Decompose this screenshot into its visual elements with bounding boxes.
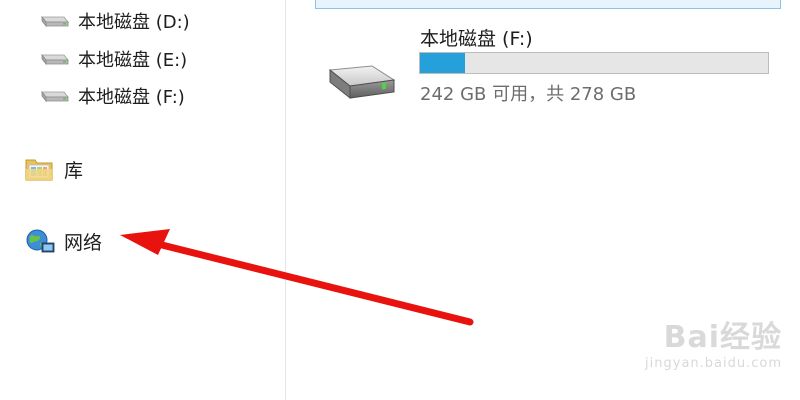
drive-tile-f[interactable]: 本地磁盘 (F:) 242 GB 可用，共 278 GB <box>318 22 778 112</box>
hard-drive-icon <box>41 15 69 28</box>
disk-usage-bar <box>419 52 769 74</box>
nav-item-drive-e[interactable]: 本地磁盘 (E:) <box>38 46 187 72</box>
drive-name: 本地磁盘 (F:) <box>420 28 533 50</box>
nav-label: 库 <box>64 159 84 182</box>
hard-drive-icon <box>41 53 69 66</box>
network-globe-icon <box>26 229 55 253</box>
library-folder-icon <box>25 159 53 181</box>
watermark-url: jingyan.baidu.com <box>645 356 782 371</box>
hard-drive-icon <box>41 90 69 103</box>
drive-label: 本地磁盘 (F:) <box>78 87 185 108</box>
hard-drive-icon <box>328 65 396 100</box>
watermark-logo: Bai经验 jingyan.baidu.com <box>592 312 782 382</box>
nav-item-drive-d[interactable]: 本地磁盘 (D:) <box>38 8 190 34</box>
nav-label: 网络 <box>64 231 103 254</box>
free-space-text: 242 GB 可用，共 278 GB <box>420 84 637 105</box>
watermark-text: Bai经验 <box>663 320 782 355</box>
drive-label: 本地磁盘 (D:) <box>78 12 190 33</box>
navigation-pane: 本地磁盘 (D:) 本地磁盘 (E:) 本地磁盘 (F:) 库 网络 <box>0 0 286 400</box>
drive-label: 本地磁盘 (E:) <box>78 50 188 71</box>
nav-item-network[interactable]: 网络 <box>24 226 102 256</box>
selected-item-edge <box>315 0 781 9</box>
nav-item-drive-f[interactable]: 本地磁盘 (F:) <box>38 83 185 109</box>
nav-item-library[interactable]: 库 <box>24 154 83 184</box>
disk-usage-fill <box>420 53 466 73</box>
